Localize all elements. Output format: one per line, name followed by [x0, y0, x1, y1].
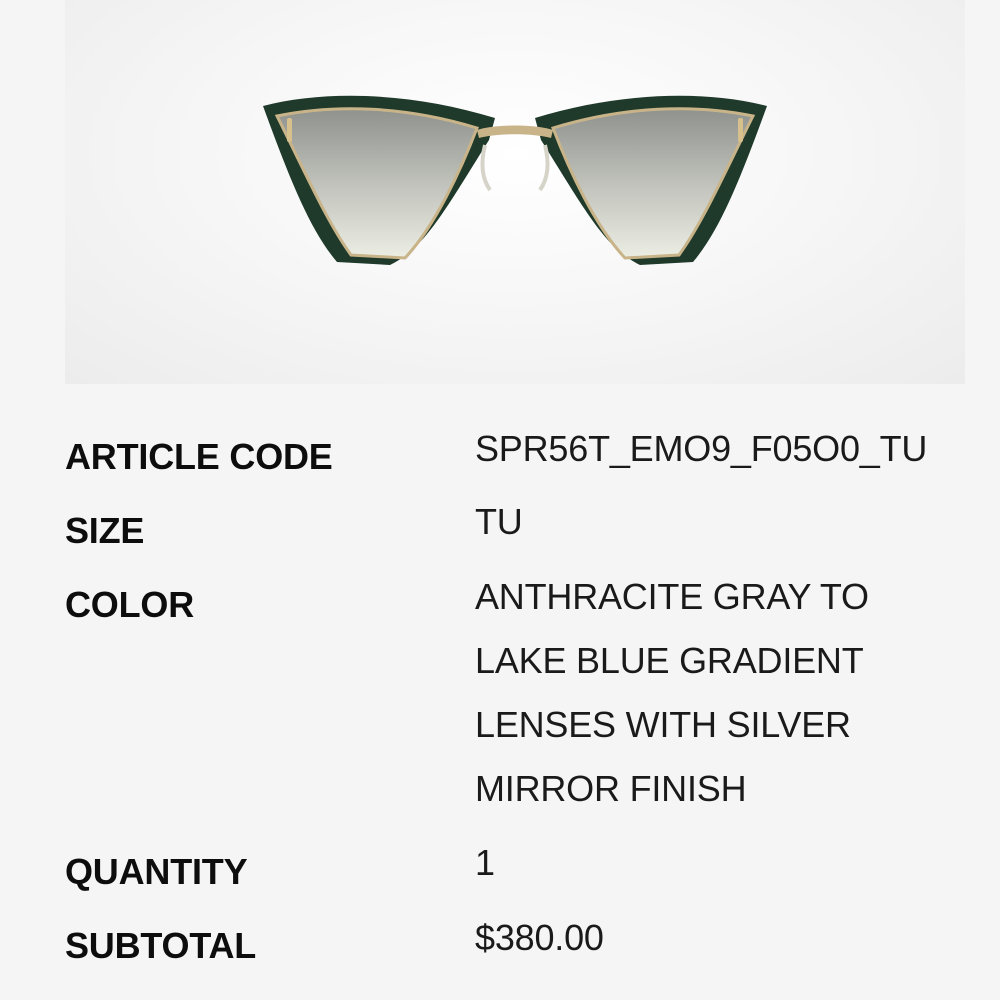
left-hinge-accent [287, 118, 292, 142]
color-label: COLOR [65, 584, 194, 625]
color-value-line-1: ANTHRACITE GRAY TO [475, 576, 869, 617]
article-code-label: ARTICLE CODE [65, 436, 333, 477]
right-nose-pad [538, 144, 550, 192]
product-image [65, 0, 965, 384]
right-hinge-accent [738, 118, 743, 142]
sunglasses-illustration [263, 95, 767, 266]
left-nose-pad [480, 144, 492, 192]
quantity-value: 1 [475, 842, 495, 883]
quantity-label: QUANTITY [65, 851, 248, 892]
size-value: TU [475, 501, 523, 542]
subtotal-label: SUBTOTAL [65, 925, 257, 966]
size-label: SIZE [65, 510, 145, 551]
subtotal-value: $380.00 [475, 917, 604, 958]
color-value-line-3: LENSES WITH SILVER [475, 704, 851, 745]
color-value-line-2: LAKE BLUE GRADIENT [475, 640, 864, 681]
color-value-line-4: MIRROR FINISH [475, 768, 747, 809]
article-code-value: SPR56T_EMO9_F05O0_TU [475, 428, 928, 469]
